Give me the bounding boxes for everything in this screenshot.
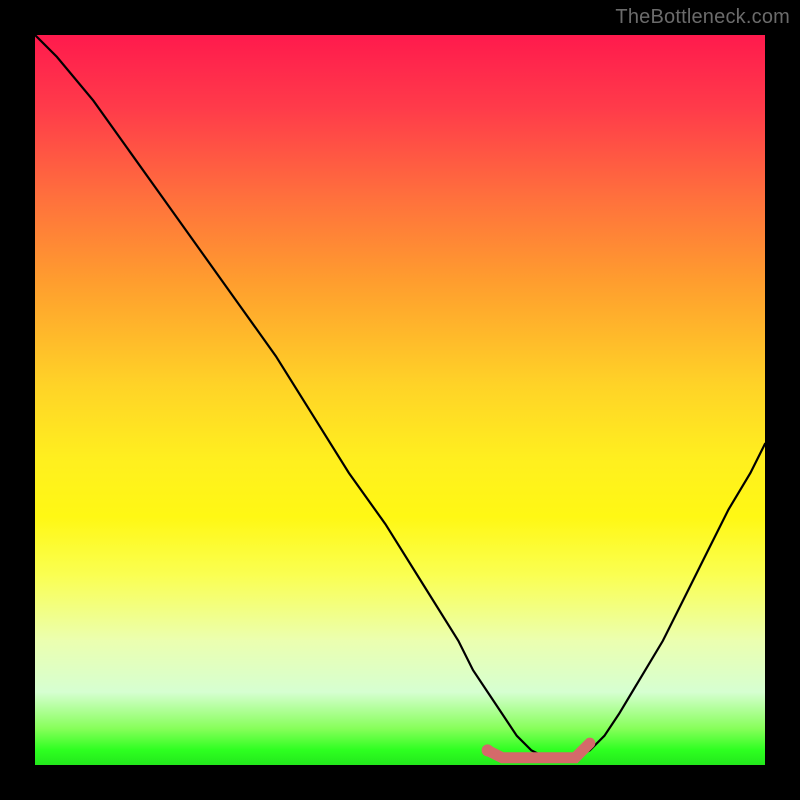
plot-area (35, 35, 765, 765)
chart-svg (35, 35, 765, 765)
bottleneck-curve (35, 35, 765, 758)
optimal-range-highlight (488, 743, 590, 758)
chart-stage: TheBottleneck.com (0, 0, 800, 800)
watermark-text: TheBottleneck.com (615, 6, 790, 29)
optimal-range-start-dot (482, 744, 494, 756)
